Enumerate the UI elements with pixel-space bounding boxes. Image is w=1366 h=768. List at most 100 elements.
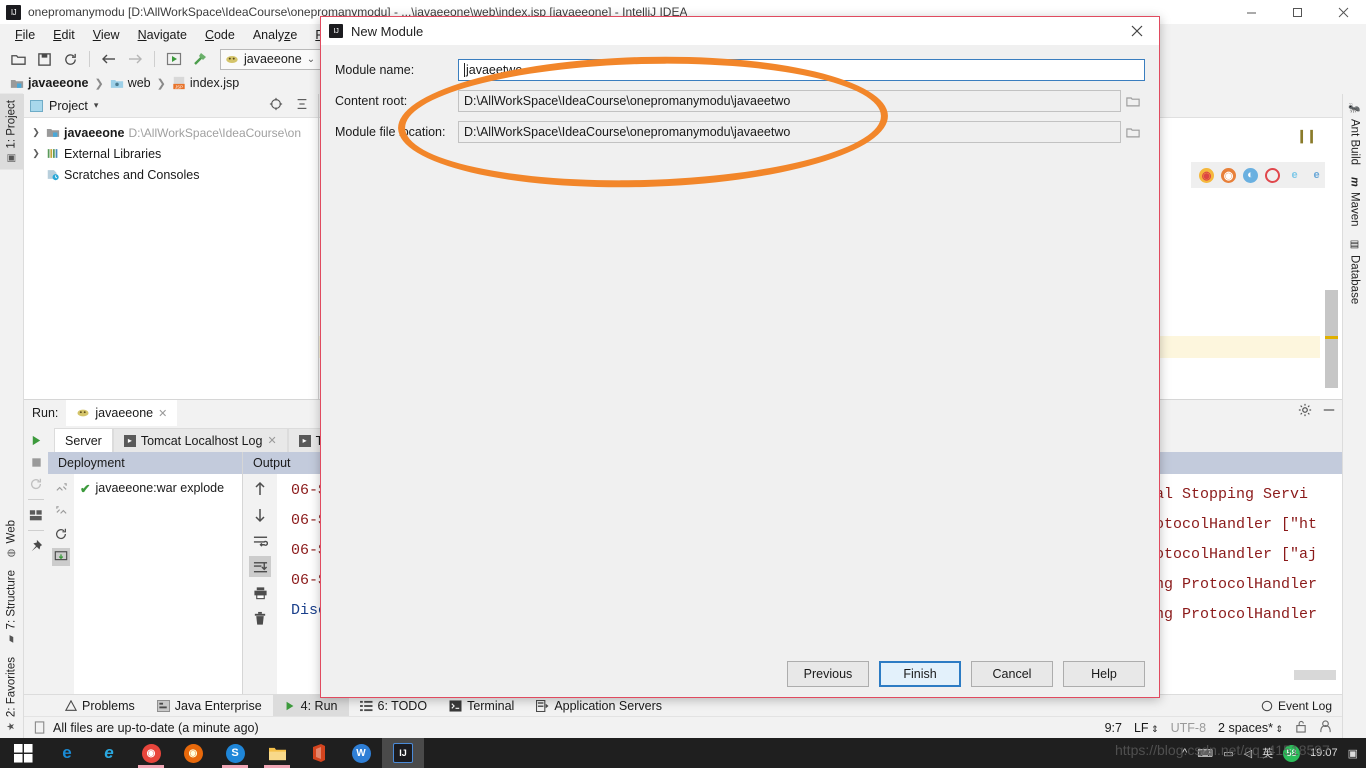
file-encoding[interactable]: UTF-8 bbox=[1171, 721, 1206, 735]
close-icon[interactable]: ✕ bbox=[267, 434, 276, 447]
expand-arrow-icon[interactable]: ❯ bbox=[30, 148, 42, 159]
trash-icon[interactable] bbox=[249, 608, 271, 629]
tab-server[interactable]: Server bbox=[54, 428, 113, 452]
up-arrow-icon[interactable] bbox=[249, 478, 271, 499]
sidebar-item-project[interactable]: ▣ 1: Project bbox=[0, 94, 23, 170]
crosshair-icon[interactable] bbox=[266, 97, 286, 114]
save-icon[interactable] bbox=[32, 48, 56, 70]
dialog-title: New Module bbox=[351, 23, 424, 39]
pin-button[interactable] bbox=[26, 536, 46, 556]
sidebar-item-web[interactable]: ◍ Web bbox=[0, 514, 23, 564]
list-item[interactable]: ✔ javaeeone:war explode bbox=[74, 478, 242, 498]
build-hammer-icon[interactable] bbox=[188, 48, 212, 70]
taskbar-wps-icon[interactable]: W bbox=[340, 738, 382, 768]
down-arrow-icon[interactable] bbox=[249, 504, 271, 525]
sidebar-item-maven[interactable]: m Maven bbox=[1343, 171, 1366, 232]
close-icon[interactable]: ✕ bbox=[158, 407, 167, 420]
taskbar-ie-icon[interactable]: e bbox=[88, 738, 130, 768]
menu-edit[interactable]: Edit bbox=[44, 26, 84, 44]
safari-icon[interactable]: ◐ bbox=[1243, 167, 1258, 183]
inspection-icon[interactable] bbox=[1319, 719, 1332, 736]
breadcrumb-item-1[interactable]: web bbox=[128, 76, 151, 90]
chevron-down-icon[interactable]: ▾ bbox=[94, 100, 99, 111]
editor-scrollbar-thumb[interactable] bbox=[1325, 290, 1338, 388]
caret-position[interactable]: 9:7 bbox=[1105, 721, 1122, 735]
minimize-button[interactable] bbox=[1228, 0, 1274, 24]
event-log-button[interactable]: Event Log bbox=[1261, 699, 1342, 713]
soft-wrap-icon[interactable] bbox=[249, 530, 271, 551]
opera-icon[interactable] bbox=[1265, 167, 1280, 183]
forward-arrow-icon[interactable] bbox=[123, 48, 147, 70]
windows-start-icon[interactable] bbox=[0, 738, 46, 768]
chevron-down-icon[interactable]: ⌄ bbox=[307, 54, 315, 65]
help-button[interactable]: Help bbox=[1063, 661, 1145, 687]
refresh-icon[interactable] bbox=[52, 525, 70, 543]
rail-label-database: Database bbox=[1348, 254, 1361, 304]
back-arrow-icon[interactable] bbox=[97, 48, 121, 70]
tree-node-scratches[interactable]: Scratches and Consoles bbox=[24, 164, 318, 185]
run-icon[interactable] bbox=[162, 48, 186, 70]
rerun-button[interactable] bbox=[26, 430, 46, 450]
maximize-button[interactable] bbox=[1274, 0, 1320, 24]
browse-folder-icon[interactable] bbox=[1121, 90, 1145, 112]
layout-button[interactable] bbox=[26, 505, 46, 525]
gear-icon[interactable] bbox=[1298, 403, 1312, 420]
bottom-item-java-enterprise[interactable]: Java Enterprise bbox=[146, 695, 273, 717]
line-separator[interactable]: LF ⇕ bbox=[1134, 721, 1159, 735]
run-configuration-selector[interactable]: javaeeone ⌄ bbox=[220, 48, 322, 70]
browse-folder-icon[interactable] bbox=[1121, 121, 1145, 143]
cancel-button[interactable]: Cancel bbox=[971, 661, 1053, 687]
module-file-location-input[interactable]: D:\AllWorkSpace\IdeaCourse\onepromanymod… bbox=[458, 121, 1121, 143]
menu-code[interactable]: Code bbox=[196, 26, 244, 44]
taskbar-intellij-idea-icon[interactable]: IJ bbox=[382, 738, 424, 768]
menu-analyze[interactable]: Analyze bbox=[244, 26, 306, 44]
breadcrumb-item-0[interactable]: javaeeone bbox=[28, 76, 88, 90]
previous-button[interactable]: Previous bbox=[787, 661, 869, 687]
edge-icon[interactable]: e bbox=[1309, 168, 1324, 183]
indent-setting[interactable]: 2 spaces* ⇕ bbox=[1218, 721, 1283, 735]
dialog-close-button[interactable] bbox=[1115, 17, 1159, 45]
breadcrumb-item-2[interactable]: index.jsp bbox=[190, 76, 239, 90]
bottom-item-problems[interactable]: Problems bbox=[54, 695, 146, 717]
taskbar-edge-icon[interactable]: e bbox=[46, 738, 88, 768]
minimize-icon[interactable] bbox=[1322, 403, 1336, 420]
tree-node-external-libraries[interactable]: ❯ External Libraries bbox=[24, 143, 318, 164]
expand-arrow-icon[interactable]: ❯ bbox=[30, 127, 42, 138]
taskbar-chrome-icon[interactable]: ◉ bbox=[130, 738, 172, 768]
menu-view[interactable]: View bbox=[84, 26, 129, 44]
pause-icon[interactable]: ❙❙ bbox=[1296, 128, 1317, 144]
tree-node-javaeeone[interactable]: ❯ javaeeone D:\AllWorkSpace\IdeaCourse\o… bbox=[24, 122, 318, 143]
print-icon[interactable] bbox=[249, 582, 271, 603]
stop-button[interactable] bbox=[26, 452, 46, 472]
sidebar-item-database[interactable]: ▤ Database bbox=[1343, 233, 1366, 310]
expand-icon[interactable] bbox=[52, 479, 70, 497]
collapse-all-icon[interactable] bbox=[292, 97, 312, 114]
chrome-icon[interactable]: ◉ bbox=[1199, 167, 1214, 183]
run-tab-javaeeone[interactable]: javaeeone ✕ bbox=[66, 400, 178, 426]
taskbar-file-explorer-icon[interactable] bbox=[256, 738, 298, 768]
notification-icon[interactable]: ▣ bbox=[1348, 747, 1358, 760]
close-button[interactable] bbox=[1320, 0, 1366, 24]
open-folder-icon[interactable] bbox=[6, 48, 30, 70]
scroll-to-end-icon[interactable] bbox=[249, 556, 271, 577]
sidebar-item-ant-build[interactable]: 🐜 Ant Build bbox=[1343, 96, 1366, 171]
taskbar-office-icon[interactable] bbox=[298, 738, 340, 768]
terminal-icon bbox=[449, 699, 462, 712]
deploy-icon[interactable] bbox=[52, 548, 70, 566]
menu-file[interactable]: File bbox=[6, 26, 44, 44]
finish-button[interactable]: Finish bbox=[879, 661, 961, 687]
tab-tomcat-localhost-log[interactable]: ▸ Tomcat Localhost Log ✕ bbox=[112, 428, 288, 452]
unlock-icon[interactable] bbox=[1295, 720, 1307, 736]
module-name-input[interactable]: javaeetwo bbox=[458, 59, 1145, 81]
restart-button[interactable] bbox=[26, 474, 46, 494]
sidebar-item-structure[interactable]: ▰ 7: Structure bbox=[0, 564, 23, 650]
taskbar-sogou-icon[interactable]: S bbox=[214, 738, 256, 768]
ie-icon[interactable]: e bbox=[1287, 168, 1302, 183]
menu-navigate[interactable]: Navigate bbox=[129, 26, 196, 44]
taskbar-firefox-icon[interactable]: ◉ bbox=[172, 738, 214, 768]
sync-icon[interactable] bbox=[58, 48, 82, 70]
collapse-icon[interactable] bbox=[52, 502, 70, 520]
firefox-icon[interactable]: ◉ bbox=[1221, 167, 1236, 183]
content-root-input[interactable]: D:\AllWorkSpace\IdeaCourse\onepromanymod… bbox=[458, 90, 1121, 112]
sidebar-item-favorites[interactable]: ★ 2: Favorites bbox=[0, 651, 23, 738]
